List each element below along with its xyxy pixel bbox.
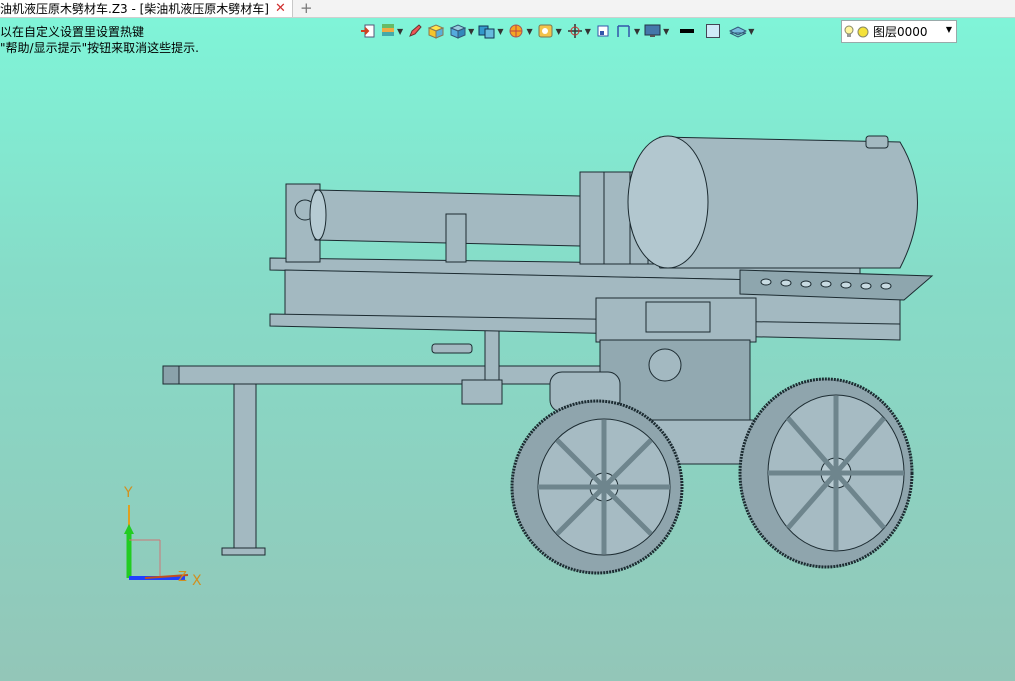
tank-cap (865, 135, 889, 149)
pin (431, 343, 473, 354)
axis-label-y: Y (123, 485, 133, 501)
cylinder-support (445, 213, 467, 263)
beam-end (162, 365, 180, 385)
support-leg (233, 383, 257, 551)
axis-label-z: Z (178, 570, 187, 585)
engine-flywheel (648, 348, 682, 382)
support-foot (221, 547, 266, 556)
tank-end (627, 135, 709, 269)
engine-cover (645, 301, 711, 333)
axis-label-x: X (192, 573, 202, 589)
axis-triad (124, 505, 189, 580)
model-viewport[interactable]: Y Z X (0, 0, 1015, 681)
post-bracket (461, 379, 503, 405)
tow-beam (162, 365, 601, 385)
cylinder-cap (309, 189, 327, 241)
